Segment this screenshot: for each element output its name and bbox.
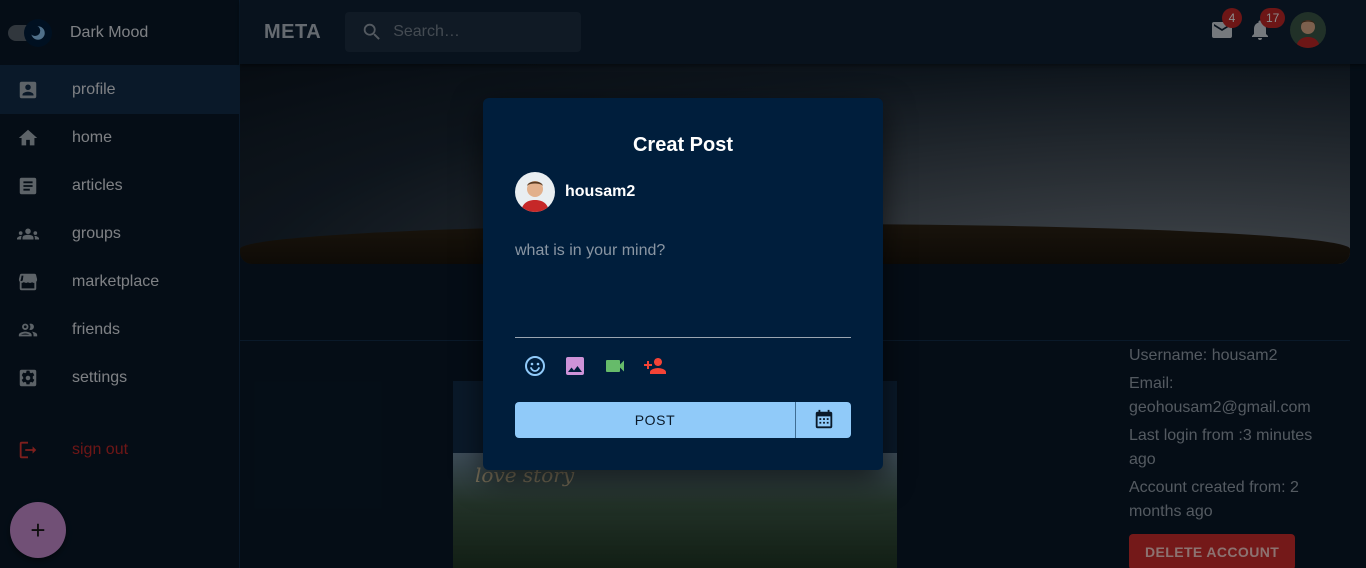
author-name: housam2	[565, 183, 636, 200]
image-icon[interactable]	[563, 354, 587, 378]
post-actions: POST	[515, 402, 851, 438]
calendar-icon	[815, 409, 832, 429]
schedule-button[interactable]	[795, 402, 851, 438]
post-toolbar	[523, 354, 683, 378]
post-author: housam2	[515, 172, 635, 212]
tag-person-icon[interactable]	[643, 354, 667, 378]
post-button[interactable]: POST	[515, 402, 795, 438]
post-text-input[interactable]	[515, 242, 851, 338]
create-post-dialog: Creat Post housam2 POST	[483, 98, 883, 470]
video-icon[interactable]	[603, 354, 627, 378]
avatar	[515, 172, 555, 212]
dialog-title: Creat Post	[632, 134, 734, 156]
emoji-icon[interactable]	[523, 354, 547, 378]
